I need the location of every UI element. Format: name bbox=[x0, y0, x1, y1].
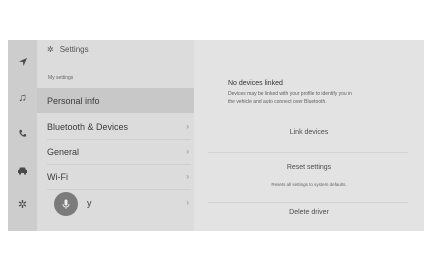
app-rail: ♫ ✲ bbox=[8, 40, 37, 231]
list-item-label: General bbox=[47, 146, 80, 157]
music-icon[interactable]: ♫ bbox=[8, 87, 37, 109]
delete-driver-button[interactable]: Delete driver bbox=[194, 209, 424, 216]
chevron-right-icon: › bbox=[186, 198, 189, 207]
list-item-wifi[interactable]: Wi-Fi › bbox=[37, 164, 194, 189]
list-item-label: Personal info bbox=[47, 95, 100, 106]
chevron-right-icon: › bbox=[186, 122, 189, 131]
list-item-label: y bbox=[87, 197, 92, 208]
divider bbox=[208, 152, 408, 153]
phone-icon[interactable] bbox=[8, 122, 37, 144]
car-icon[interactable] bbox=[8, 159, 37, 181]
no-devices-description: Devices may be linked with your profile … bbox=[228, 91, 352, 105]
reset-settings-note: Resets all settings to system defaults. bbox=[271, 182, 347, 187]
chevron-right-icon: › bbox=[186, 147, 189, 156]
chevron-right-icon: › bbox=[186, 172, 189, 181]
section-label: My settings bbox=[48, 75, 74, 81]
detail-pane: No devices linked Devices may be linked … bbox=[194, 40, 424, 231]
microphone-icon bbox=[62, 199, 70, 209]
page-title: Settings bbox=[59, 45, 89, 54]
divider bbox=[208, 202, 408, 203]
reset-settings-button[interactable]: Reset settings bbox=[194, 164, 424, 171]
no-devices-title: No devices linked bbox=[228, 80, 283, 87]
list-item-label: Wi-Fi bbox=[47, 171, 68, 182]
link-devices-button[interactable]: Link devices bbox=[194, 129, 424, 136]
list-item-general[interactable]: General › bbox=[37, 139, 194, 164]
settings-header: ✲ Settings bbox=[47, 45, 89, 54]
voice-assistant-button[interactable] bbox=[54, 192, 78, 216]
gear-icon[interactable]: ✲ bbox=[8, 193, 37, 215]
list-item-personal-info[interactable]: Personal info bbox=[37, 88, 194, 113]
list-item-label: Bluetooth & Devices bbox=[47, 121, 129, 132]
settings-screen: ♫ ✲ ✲ Settings My settings Personal info… bbox=[8, 40, 424, 231]
gear-icon: ✲ bbox=[47, 45, 54, 54]
list-item-bluetooth-devices[interactable]: Bluetooth & Devices › bbox=[37, 114, 194, 139]
navigation-icon[interactable] bbox=[8, 51, 37, 73]
